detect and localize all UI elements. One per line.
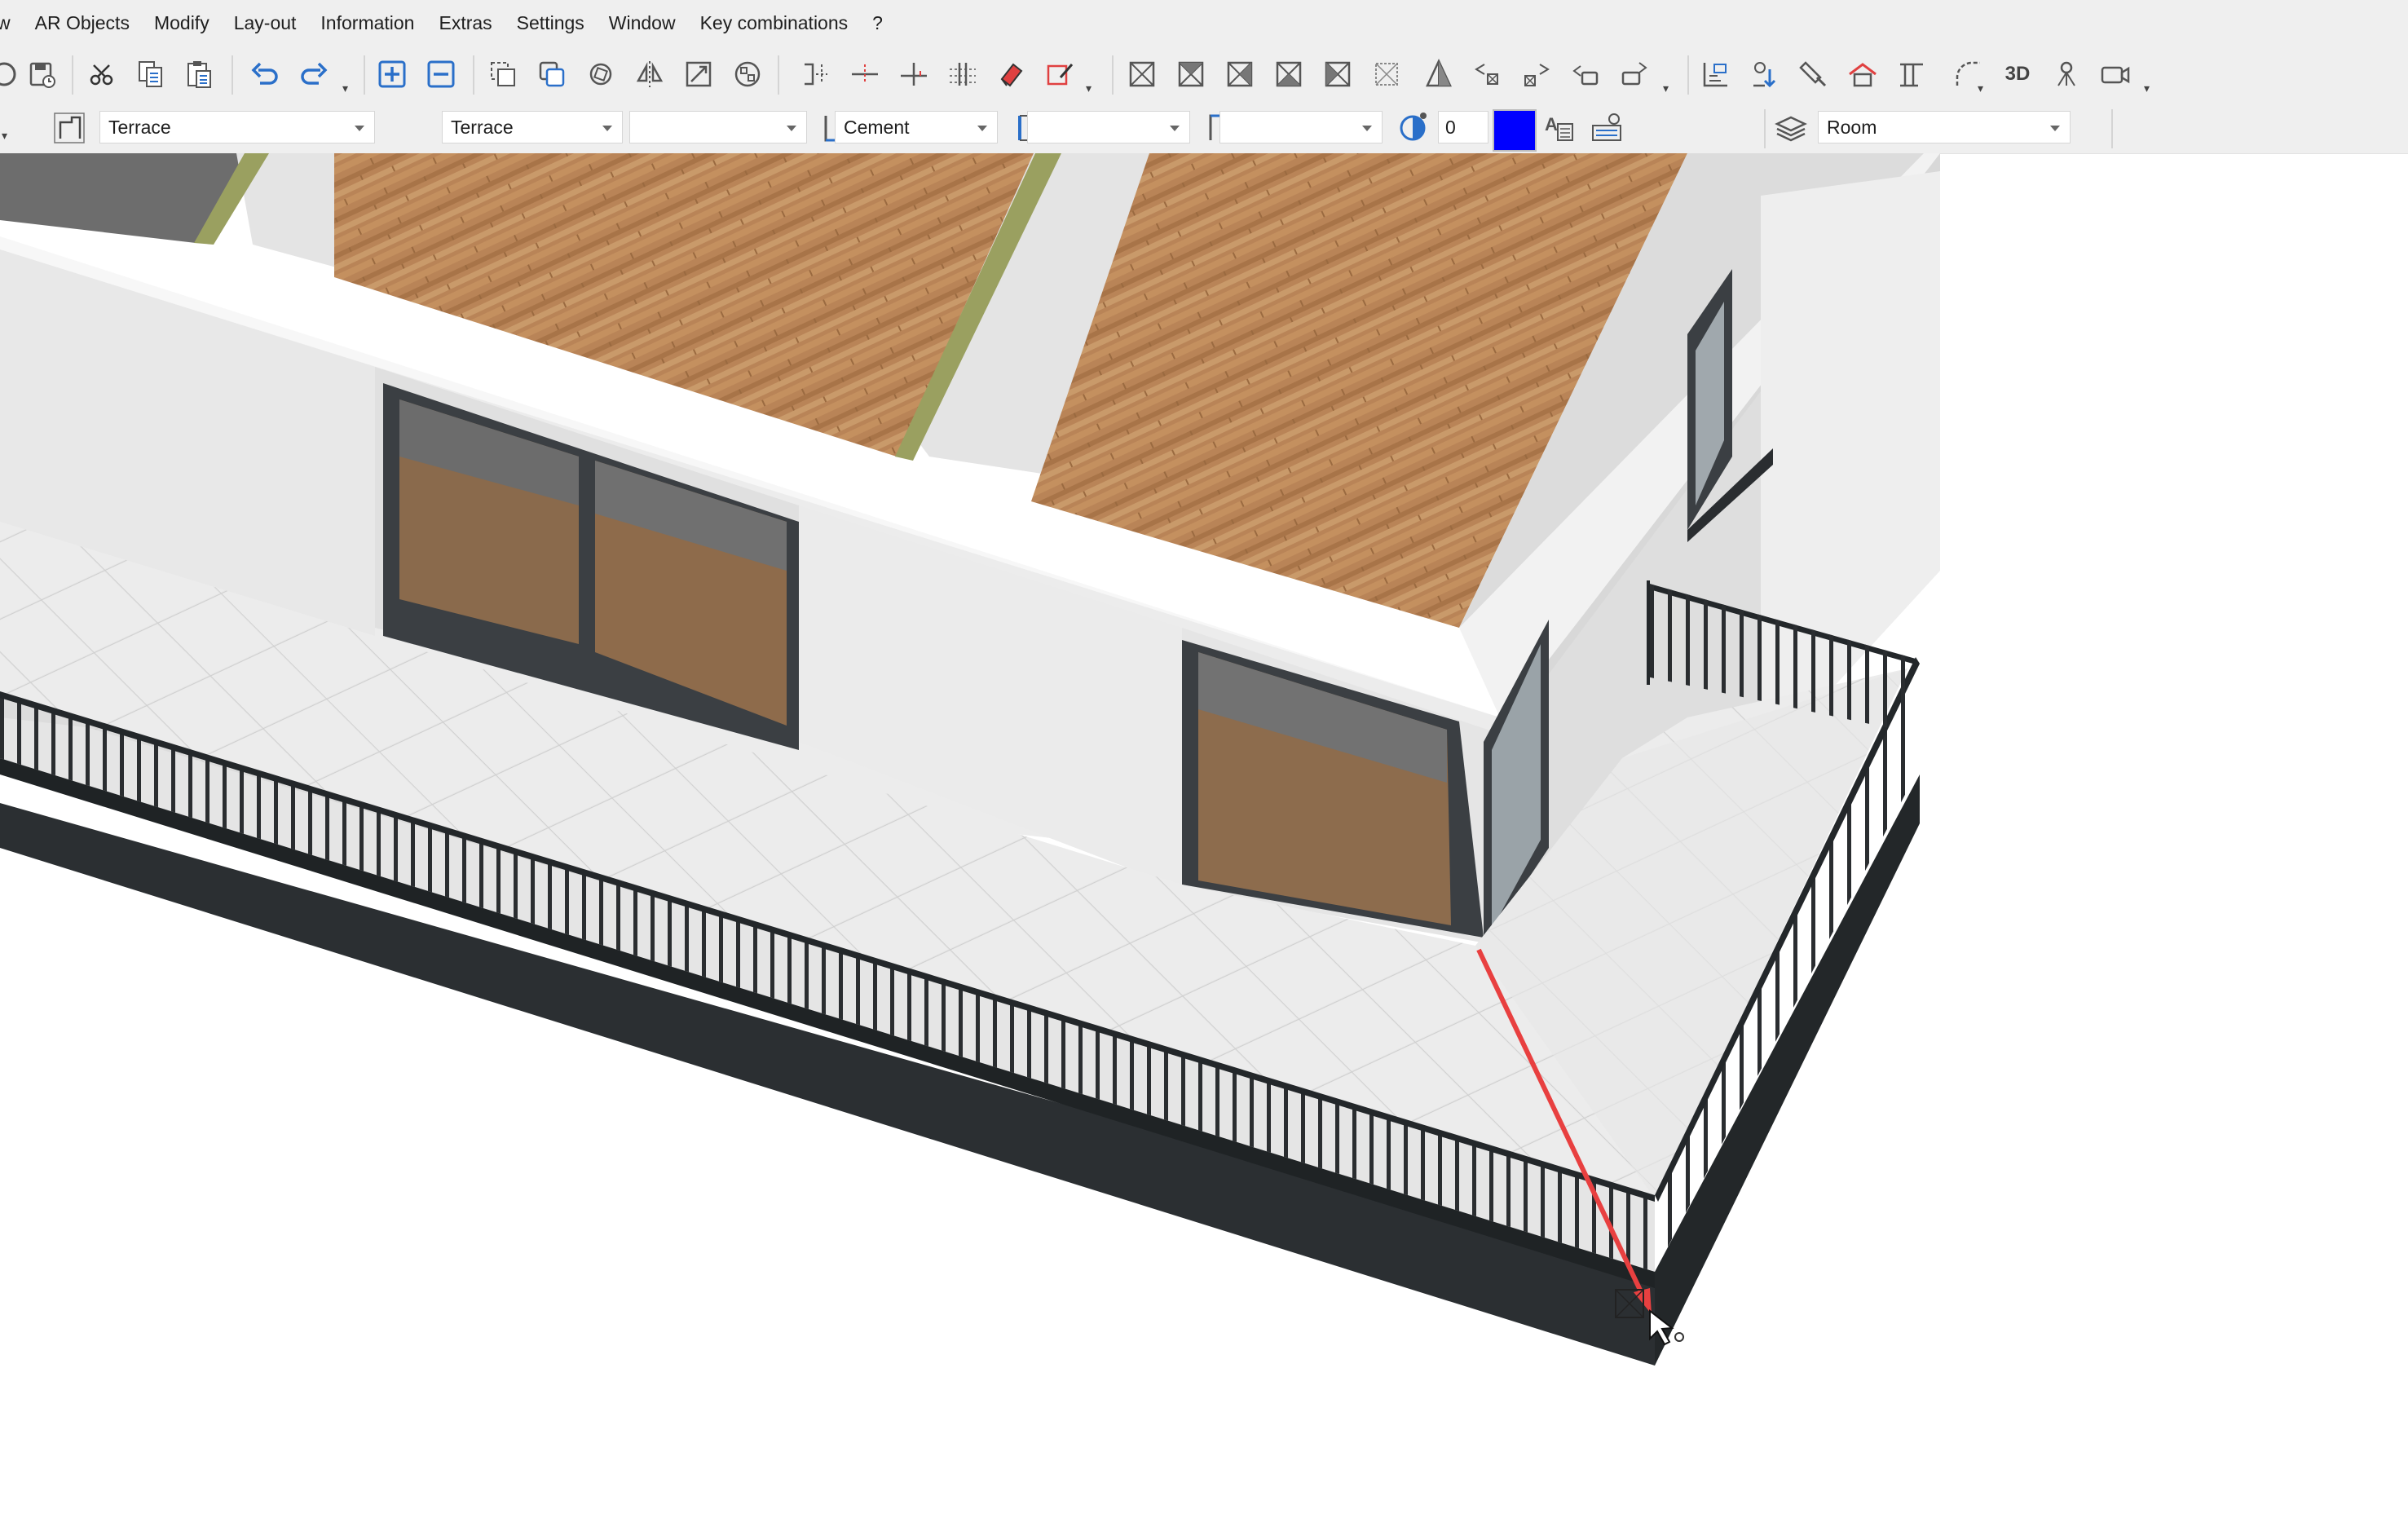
property-bar: ▾ Terrace Terrace Cement 0 A Room [0, 104, 2408, 154]
material-select[interactable]: Cement [835, 111, 998, 143]
layer-select[interactable]: Room [1818, 111, 2071, 143]
copy-icon[interactable] [130, 54, 171, 95]
main-toolbar: ▾ ▾ ▾ ▾ 3D ▾ [0, 46, 2408, 104]
terrace-object-icon[interactable] [52, 111, 86, 145]
text-properties-icon[interactable]: A [1543, 111, 1577, 145]
view-right-icon[interactable] [1219, 54, 1260, 95]
material-top-icon [1198, 111, 1222, 145]
material-2-select[interactable] [1027, 111, 1190, 143]
view-left-icon[interactable] [1317, 54, 1358, 95]
zoom-in-icon[interactable] [372, 54, 412, 95]
menu-modify[interactable]: Modify [142, 0, 222, 46]
chevron-down-icon [2050, 126, 2060, 131]
material-side-icon [1006, 111, 1028, 145]
redo-more-chevron-icon[interactable]: ▾ [342, 82, 348, 95]
object-type-value: Terrace [108, 117, 171, 138]
house-icon[interactable] [1842, 54, 1883, 95]
view-top-icon[interactable] [1122, 54, 1162, 95]
3d-view-label: 3D [2004, 63, 2031, 85]
chevron-down-icon [1362, 126, 1372, 131]
snap-parallel-icon[interactable] [942, 54, 983, 95]
view-more-chevron-icon[interactable]: ▾ [1663, 82, 1669, 95]
chevron-down-icon [977, 126, 987, 131]
walk-view-icon[interactable] [1565, 54, 1606, 95]
menu-help[interactable]: ? [860, 0, 895, 46]
transparency-value: 0 [1445, 117, 1456, 138]
video-camera-icon[interactable] [2095, 54, 2136, 95]
undo-icon[interactable] [245, 54, 285, 95]
view-back-icon[interactable] [1268, 54, 1309, 95]
column-icon[interactable] [1891, 54, 1932, 95]
menu-ar-objects[interactable]: AR Objects [23, 0, 142, 46]
style-variant-select[interactable] [629, 111, 807, 143]
3d-viewport[interactable] [0, 153, 2408, 1518]
camera-view-icon[interactable] [1614, 54, 1655, 95]
view-front-icon[interactable] [1171, 54, 1211, 95]
cut-icon[interactable] [82, 54, 122, 95]
edit-more-chevron-icon[interactable]: ▾ [1086, 82, 1092, 95]
menu-view[interactable]: w [0, 0, 23, 46]
chevron-down-icon [787, 126, 796, 131]
scale-icon[interactable] [678, 54, 719, 95]
svg-text:A: A [1545, 114, 1558, 135]
object-type-select[interactable]: Terrace [99, 111, 375, 143]
object-style-select[interactable]: Terrace [442, 111, 623, 143]
material-value: Cement [844, 117, 910, 138]
perspective-icon[interactable] [1418, 54, 1459, 95]
3d-transfer-icon[interactable] [1696, 54, 1736, 95]
chevron-down-icon [1170, 126, 1180, 131]
save-icon[interactable] [21, 54, 62, 95]
menu-layout[interactable]: Lay-out [222, 0, 309, 46]
chevron-down-icon [355, 126, 364, 131]
zoom-out-icon[interactable] [421, 54, 461, 95]
chevron-down-icon [602, 126, 612, 131]
curve-more-chevron-icon[interactable]: ▾ [1978, 82, 1983, 95]
color-swatch[interactable] [1493, 109, 1537, 152]
menu-information[interactable]: Information [308, 0, 426, 46]
layers-icon[interactable] [1774, 111, 1808, 145]
menu-window[interactable]: Window [597, 0, 688, 46]
move-view-left-icon[interactable] [1467, 54, 1508, 95]
3d-view-icon[interactable]: 3D [1997, 54, 2038, 95]
duplicate-icon[interactable] [531, 54, 572, 95]
material-edge-icon [814, 111, 837, 145]
paste-icon[interactable] [179, 54, 220, 95]
snap-perpendicular-icon[interactable] [893, 54, 934, 95]
menu-key-combinations[interactable]: Key combinations [688, 0, 861, 46]
camera-more-chevron-icon[interactable]: ▾ [2144, 82, 2150, 95]
layer-value: Room [1827, 117, 1877, 138]
mirror-icon[interactable] [629, 54, 670, 95]
select-copy-icon[interactable] [483, 54, 523, 95]
paint-icon[interactable] [1793, 54, 1834, 95]
transparency-value-field[interactable]: 0 [1438, 111, 1488, 143]
3d-update-icon[interactable] [1744, 54, 1785, 95]
menu-settings[interactable]: Settings [505, 0, 597, 46]
move-view-right-icon[interactable] [1516, 54, 1557, 95]
snap-point-icon[interactable] [796, 54, 836, 95]
rotate-icon[interactable] [580, 54, 621, 95]
propbar-more-chevron-icon[interactable]: ▾ [2, 129, 7, 143]
edit-object-icon[interactable] [1040, 54, 1081, 95]
light-icon[interactable] [2046, 54, 2087, 95]
transparency-icon[interactable] [1396, 111, 1430, 145]
view-bottom-icon[interactable] [1366, 54, 1407, 95]
redo-icon[interactable] [293, 54, 334, 95]
menu-extras[interactable]: Extras [426, 0, 504, 46]
menu-bar: w AR Objects Modify Lay-out Information … [0, 0, 2408, 46]
object-style-value: Terrace [451, 117, 514, 138]
eraser-icon[interactable] [991, 54, 1032, 95]
snap-intersection-icon[interactable] [845, 54, 885, 95]
layer-properties-icon[interactable] [1590, 111, 1624, 145]
material-3-select[interactable] [1219, 111, 1383, 143]
group-icon[interactable] [727, 54, 768, 95]
